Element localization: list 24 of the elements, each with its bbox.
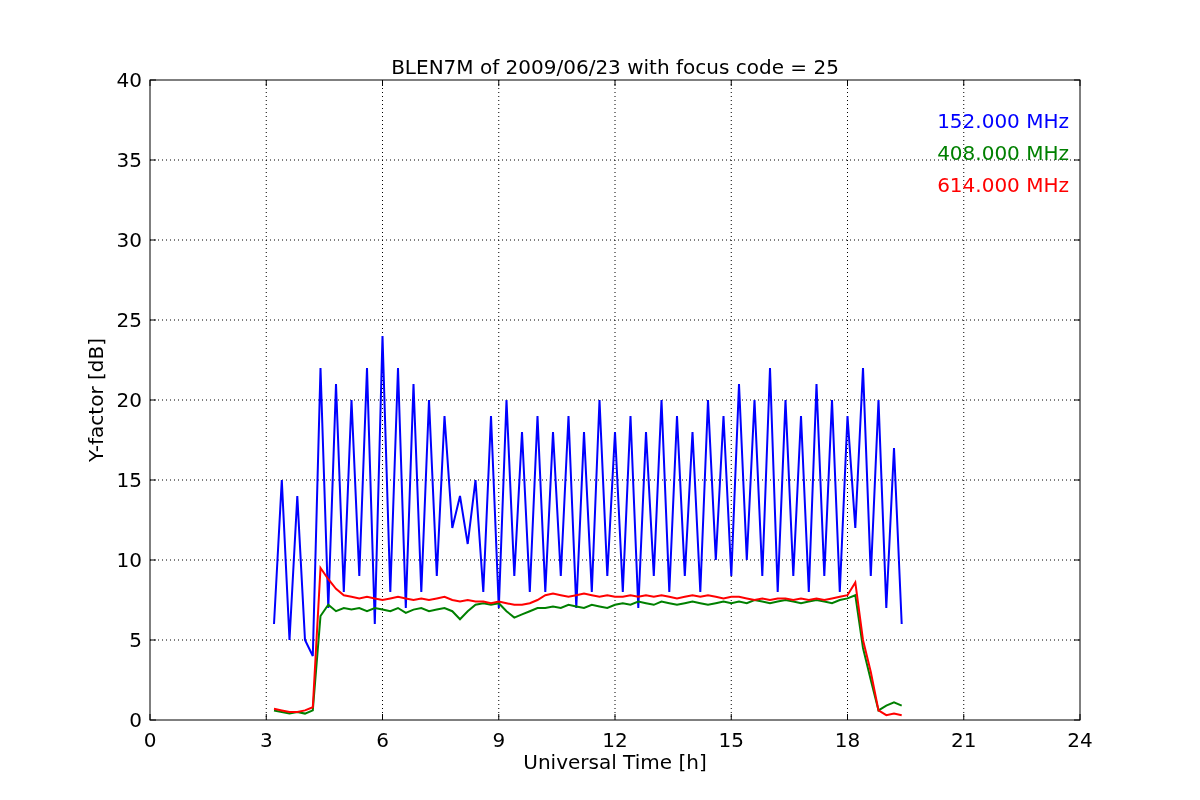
y-tick-label: 10 bbox=[116, 548, 142, 572]
chart-title: BLEN7M of 2009/06/23 with focus code = 25 bbox=[391, 55, 839, 79]
legend-label: 408.000 MHz bbox=[937, 141, 1069, 165]
x-tick-label: 21 bbox=[951, 728, 977, 752]
y-tick-label: 0 bbox=[129, 708, 142, 732]
x-tick-label: 24 bbox=[1067, 728, 1093, 752]
x-tick-label: 0 bbox=[143, 728, 157, 752]
y-tick-label: 20 bbox=[116, 388, 142, 412]
x-tick-label: 12 bbox=[602, 728, 628, 752]
x-axis-label: Universal Time [h] bbox=[523, 750, 707, 774]
y-tick-label: 35 bbox=[116, 148, 142, 172]
x-tick-label: 9 bbox=[492, 728, 506, 752]
x-tick-label: 3 bbox=[259, 728, 273, 752]
legend-label: 152.000 MHz bbox=[937, 109, 1069, 133]
y-tick-label: 25 bbox=[116, 308, 142, 332]
y-tick-label: 40 bbox=[116, 68, 142, 92]
y-tick-label: 30 bbox=[116, 228, 142, 252]
legend-label: 614.000 MHz bbox=[937, 173, 1069, 197]
x-tick-label: 18 bbox=[834, 728, 861, 752]
x-tick-label: 6 bbox=[376, 728, 389, 752]
x-tick-label: 15 bbox=[718, 728, 744, 752]
y-axis-label: Y-factor [dB] bbox=[84, 338, 108, 462]
y-tick-label: 15 bbox=[116, 468, 142, 492]
y-tick-label: 5 bbox=[129, 628, 142, 652]
